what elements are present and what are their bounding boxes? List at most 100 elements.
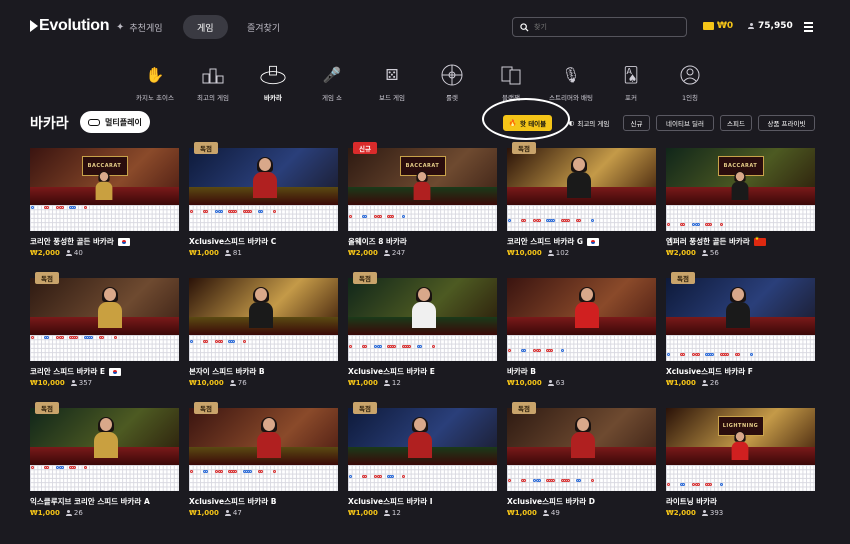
table-title-row[interactable]: Xclusive스피드 바카라 C xyxy=(189,236,276,247)
table-thumbnail[interactable] xyxy=(507,148,656,205)
category-roulette[interactable]: 룰렛 xyxy=(427,62,477,102)
table-meta: ₩1,000 47 xyxy=(189,509,242,517)
dealer-image xyxy=(94,417,118,458)
table-title-row[interactable]: 바카라 B xyxy=(507,366,536,377)
dealer-image xyxy=(575,287,599,328)
category-first-person[interactable]: 1인칭 xyxy=(665,62,715,102)
roadmap xyxy=(348,465,497,491)
game-card[interactable]: 독점 Xclusive스피드 바카라 I ₩1,000 12 xyxy=(348,402,497,523)
table-title-row[interactable]: 엠퍼러 풍성한 골든 바카라 xyxy=(666,236,766,247)
table-title-row[interactable]: 코리안 스피드 바카라 G xyxy=(507,236,600,247)
category-label: 스트리머와 배팅 xyxy=(549,94,593,102)
category-poker[interactable]: 🂡 포커 xyxy=(606,62,656,102)
table-thumbnail[interactable] xyxy=(348,408,497,465)
players-icon xyxy=(383,250,390,256)
table-title-row[interactable]: Xclusive스피드 바카라 D xyxy=(507,496,595,507)
game-card[interactable]: 독점 Xclusive스피드 바카라 B ₩1,000 47 xyxy=(189,402,338,523)
table-title-row[interactable]: 코리안 풍성한 골든 바카라 xyxy=(30,236,130,247)
balance[interactable]: 75,950 xyxy=(748,21,793,31)
game-card[interactable]: 본자이 스피드 바카라 B ₩10,000 76 xyxy=(189,278,338,393)
game-card[interactable]: 독점 익스클루지브 코리안 스피드 바카라 A ₩1,000 26 xyxy=(30,402,179,523)
search-input[interactable] xyxy=(534,23,674,31)
roadmap xyxy=(30,205,179,231)
table-title-row[interactable]: Xclusive스피드 바카라 E xyxy=(348,366,435,377)
game-card[interactable]: 신규 BACCARAT 올웨이즈 8 바카라 ₩2,000 247 xyxy=(348,142,497,263)
table-title-row[interactable]: 익스클루지브 코리안 스피드 바카라 A xyxy=(30,496,150,507)
table-badge: 독점 xyxy=(35,272,59,284)
category-blackjack[interactable]: 블랙잭 xyxy=(486,62,536,102)
nav-games-label: 게임 xyxy=(197,23,214,34)
table-title: 코리안 스피드 바카라 G xyxy=(507,237,584,246)
min-bet: ₩2,000 xyxy=(666,249,696,257)
search-box[interactable] xyxy=(512,17,687,37)
table-thumbnail[interactable]: BACCARAT xyxy=(666,148,815,205)
filter-native-dealer[interactable]: 네이티브 딜러 xyxy=(656,115,714,131)
table-title: Xclusive스피드 바카라 B xyxy=(189,497,277,506)
category-game-show[interactable]: 🎤 게임 쇼 xyxy=(307,62,357,102)
table-badge: 독점 xyxy=(671,272,695,284)
table-title: 본자이 스피드 바카라 B xyxy=(189,367,265,376)
game-card[interactable]: 독점 Xclusive스피드 바카라 E ₩1,000 12 xyxy=(348,272,497,393)
table-thumbnail[interactable] xyxy=(348,278,497,335)
table-thumbnail[interactable] xyxy=(666,278,815,335)
players-icon xyxy=(701,510,708,516)
table-thumbnail[interactable]: LIGHTNING xyxy=(666,408,815,465)
table-thumbnail[interactable] xyxy=(189,278,338,335)
game-card[interactable]: 독점 Xclusive스피드 바카라 D ₩1,000 49 xyxy=(507,402,656,523)
filter-private[interactable]: 상품 프라이빗 xyxy=(758,115,815,131)
wallet[interactable]: ₩0 xyxy=(703,21,733,31)
player-count-value: 26 xyxy=(73,509,83,517)
min-bet: ₩2,000 xyxy=(348,249,378,257)
player-count-value: 56 xyxy=(709,249,719,257)
game-card[interactable]: BACCARAT 코리안 풍성한 골든 바카라 ₩2,000 40 xyxy=(30,148,179,263)
table-title-row[interactable]: 본자이 스피드 바카라 B xyxy=(189,366,265,377)
game-card[interactable]: 독점 Xclusive스피드 바카라 F ₩1,000 26 xyxy=(666,272,815,393)
nav-recommended-label: 추천게임 xyxy=(129,23,163,34)
table-title-row[interactable]: 올웨이즈 8 바카라 xyxy=(348,236,407,247)
table-thumbnail[interactable] xyxy=(189,408,338,465)
filter-speed[interactable]: 스피드 xyxy=(720,115,752,131)
game-card[interactable]: 독점 코리안 스피드 바카라 G ₩10,000 102 xyxy=(507,142,656,263)
filter-new[interactable]: 신규 xyxy=(623,115,650,131)
table-thumbnail[interactable] xyxy=(30,408,179,465)
menu-icon[interactable] xyxy=(804,22,813,34)
table-title: 바카라 B xyxy=(507,367,537,376)
table-title-row[interactable]: Xclusive스피드 바카라 F xyxy=(666,366,753,377)
player-banker-icon xyxy=(260,62,286,88)
category-top-games[interactable]: 최고의 게임 xyxy=(188,62,238,102)
table-meta: ₩1,000 12 xyxy=(348,379,401,387)
players-icon xyxy=(229,380,236,386)
player-count-value: 76 xyxy=(237,379,247,387)
table-thumbnail[interactable] xyxy=(30,278,179,335)
category-board-games[interactable]: ⚄ 보드 게임 xyxy=(367,62,417,102)
game-card[interactable]: LIGHTNING 라이트닝 바카라 ₩2,000 393 xyxy=(666,408,815,523)
category-streamers[interactable]: 🎙 스트리머와 배팅 xyxy=(546,62,596,102)
table-thumbnail[interactable] xyxy=(507,278,656,335)
nav-favorites[interactable]: 즐겨찾기 xyxy=(247,15,280,39)
table-title: 코리안 풍성한 골든 바카라 xyxy=(30,237,114,246)
table-title-row[interactable]: Xclusive스피드 바카라 I xyxy=(348,496,433,507)
category-baccarat[interactable]: 바카라 xyxy=(248,62,298,102)
game-card[interactable]: BACCARAT 엠퍼러 풍성한 골든 바카라 ₩2,000 56 xyxy=(666,148,815,263)
table-thumbnail[interactable]: BACCARAT xyxy=(30,148,179,205)
game-card[interactable]: 독점 코리안 스피드 바카라 E ₩10,000 357 xyxy=(30,272,179,393)
nav-games[interactable]: 게임 xyxy=(183,15,228,39)
table-title-row[interactable]: 라이트닝 바카라 xyxy=(666,496,717,507)
table-thumbnail[interactable]: BACCARAT xyxy=(348,148,497,205)
roadmap xyxy=(30,335,179,361)
evolution-logo[interactable]: Evolution xyxy=(30,17,109,35)
player-count: 26 xyxy=(65,509,83,517)
multiplay-button[interactable]: 멀티플레이 xyxy=(80,111,150,133)
table-title-row[interactable]: Xclusive스피드 바카라 B xyxy=(189,496,277,507)
table-title: Xclusive스피드 바카라 D xyxy=(507,497,595,506)
category-label: 1인칭 xyxy=(681,94,699,102)
category-casino-choice[interactable]: ✋ 카지노 초이스 xyxy=(130,62,180,102)
nav-recommended[interactable]: ✦ 추천게임 xyxy=(116,15,163,39)
table-thumbnail[interactable] xyxy=(507,408,656,465)
game-card[interactable]: 바카라 B ₩10,000 63 xyxy=(507,278,656,393)
game-card[interactable]: 독점 Xclusive스피드 바카라 C ₩1,000 81 xyxy=(189,142,338,263)
table-thumbnail[interactable] xyxy=(189,148,338,205)
min-bet: ₩10,000 xyxy=(507,379,542,387)
table-title-row[interactable]: 코리안 스피드 바카라 E xyxy=(30,366,122,377)
dealer-image xyxy=(726,287,750,328)
